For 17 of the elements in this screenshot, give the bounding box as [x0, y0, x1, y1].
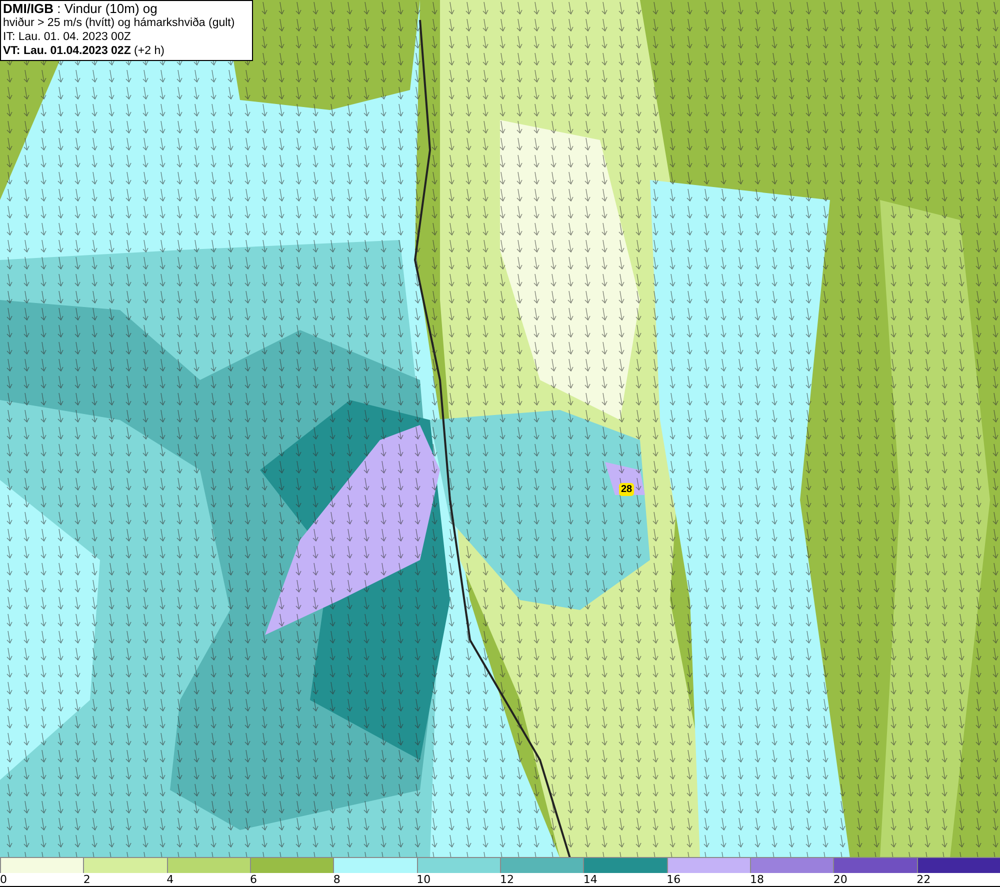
gust-label: 28 — [619, 483, 634, 496]
legend-tick-label: 22 — [916, 873, 931, 886]
legend-tick-label: 6 — [250, 873, 257, 886]
chart-title: DMI/IGB : Vindur (10m) og — [3, 2, 158, 16]
legend-tick-label: 2 — [83, 873, 90, 886]
initial-time: IT: Lau. 01. 04. 2023 00Z — [3, 30, 132, 44]
legend-tick-label: 10 — [416, 873, 431, 886]
legend-tick-label: 4 — [166, 873, 174, 886]
chart-subtitle: hviður > 25 m/s (hvítt) og hámarkshviða (gult) — [3, 16, 236, 30]
legend-tick-label: 18 — [750, 873, 764, 886]
legend-tick-label: 16 — [666, 873, 681, 886]
legend-tick-label: 12 — [500, 873, 514, 886]
legend-tick-label: 20 — [833, 873, 848, 886]
legend-tick-label: 8 — [333, 873, 340, 886]
legend-tick-label: 14 — [583, 873, 598, 886]
valid-time: VT: Lau. 01.04.2023 02Z (+2 h) — [3, 44, 166, 58]
legend-tick-label: 0 — [0, 873, 7, 886]
